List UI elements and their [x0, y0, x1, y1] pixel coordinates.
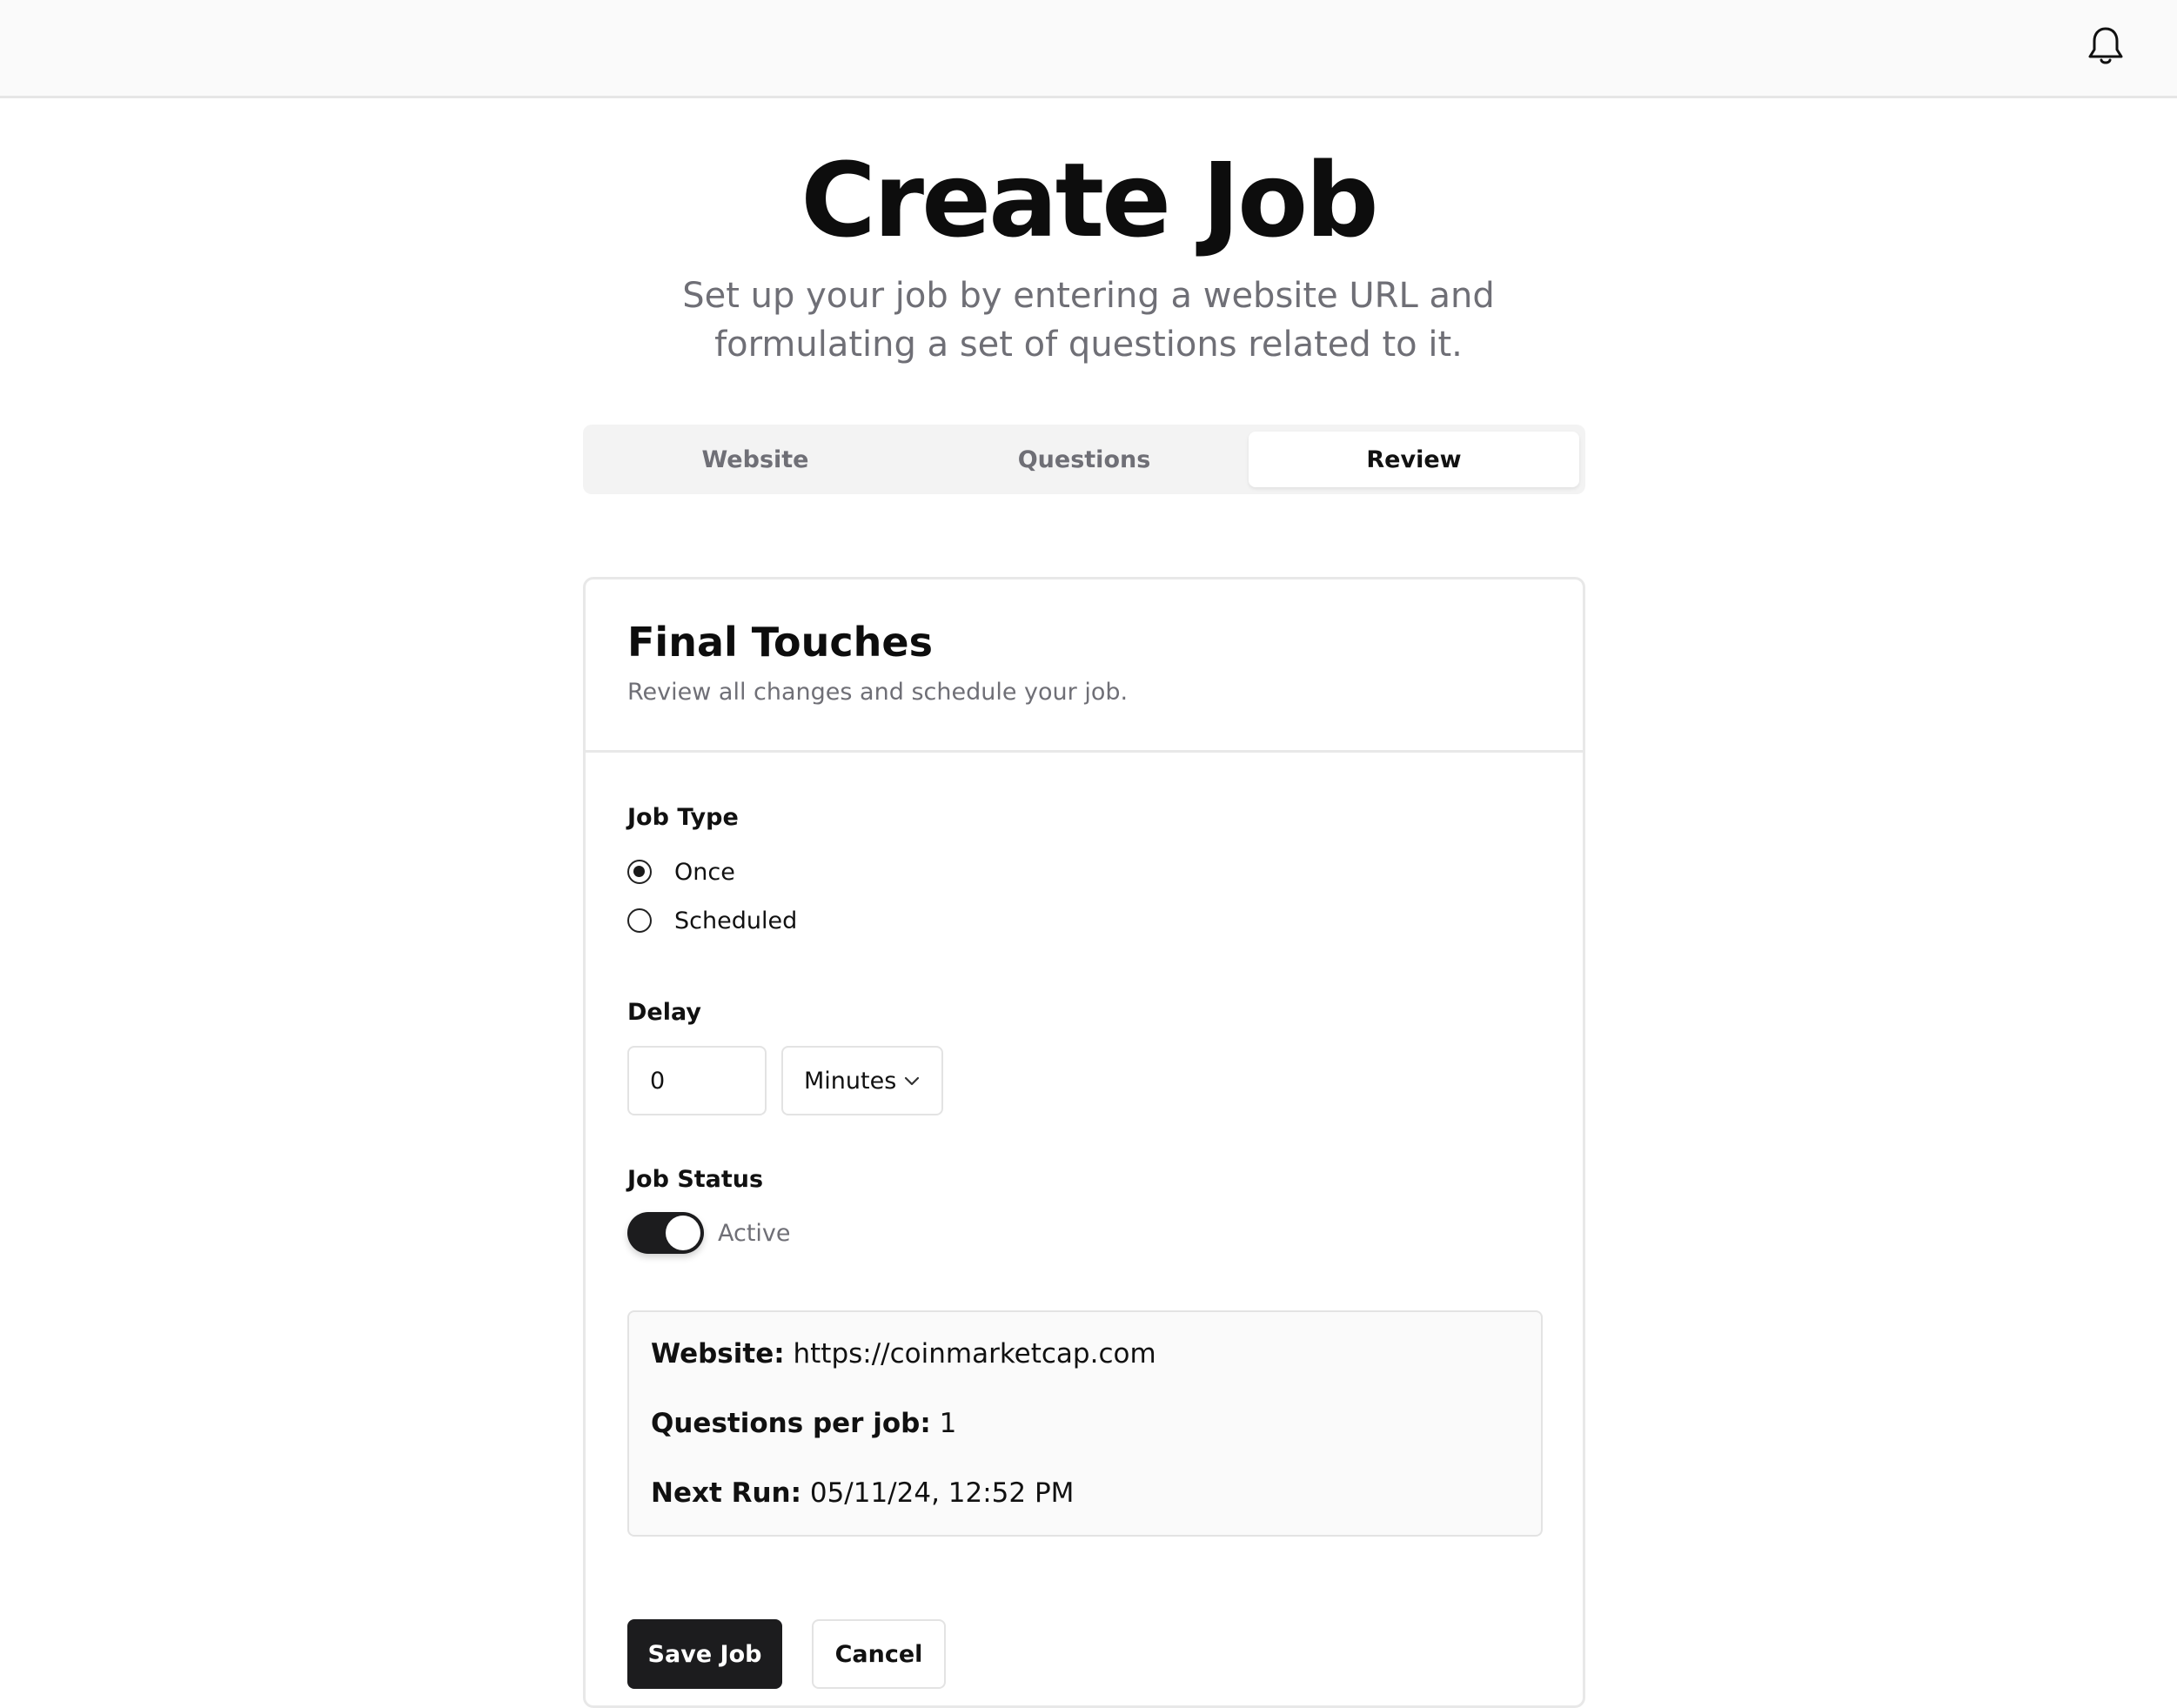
radio-once[interactable]: Once: [627, 854, 735, 889]
cancel-button[interactable]: Cancel: [812, 1619, 946, 1689]
page-title: Create Job: [800, 140, 1378, 260]
job-status-label: Job Status: [627, 1166, 764, 1193]
top-bar: [0, 0, 2177, 98]
job-summary: Website: https://coinmarketcap.com Quest…: [627, 1310, 1543, 1537]
save-job-button[interactable]: Save Job: [627, 1619, 782, 1689]
summary-website-value: https://coinmarketcap.com: [793, 1338, 1156, 1370]
delay-unit-value: Minutes: [804, 1067, 897, 1095]
radio-once-indicator[interactable]: [627, 860, 652, 884]
step-tabs: Website Questions Review: [583, 425, 1585, 494]
card-title: Final Touches: [627, 619, 933, 666]
delay-input[interactable]: 0: [627, 1046, 767, 1115]
tab-questions[interactable]: Questions: [919, 432, 1249, 487]
tab-review[interactable]: Review: [1249, 432, 1579, 487]
tab-website[interactable]: Website: [590, 432, 921, 487]
job-type-label: Job Type: [627, 804, 739, 831]
card-header: Final Touches Review all changes and sch…: [586, 579, 1583, 753]
card-description: Review all changes and schedule your job…: [627, 679, 1129, 706]
toggle-knob: [666, 1216, 700, 1250]
radio-once-label: Once: [674, 858, 735, 886]
summary-next-run-value: 05/11/24, 12:52 PM: [809, 1477, 1075, 1509]
job-status-row: Active: [627, 1212, 791, 1254]
delay-unit-select[interactable]: Minutes: [781, 1046, 943, 1115]
summary-next-run-key: Next Run:: [651, 1477, 801, 1509]
radio-scheduled[interactable]: Scheduled: [627, 903, 797, 938]
subtitle-line-1: Set up your job by entering a website UR…: [682, 276, 1495, 316]
summary-website-key: Website:: [651, 1338, 785, 1370]
bell-icon: [2087, 25, 2124, 70]
summary-next-run: Next Run: 05/11/24, 12:52 PM: [651, 1476, 1074, 1510]
page-subtitle: Set up your job by entering a website UR…: [653, 271, 1524, 369]
job-status-text: Active: [718, 1219, 791, 1247]
summary-questions-key: Questions per job:: [651, 1408, 931, 1439]
delay-label: Delay: [627, 999, 701, 1026]
summary-website: Website: https://coinmarketcap.com: [651, 1336, 1156, 1371]
final-touches-card: Final Touches Review all changes and sch…: [583, 577, 1585, 1708]
summary-questions-value: 1: [939, 1408, 957, 1439]
radio-scheduled-indicator[interactable]: [627, 908, 652, 933]
job-status-toggle[interactable]: [627, 1212, 704, 1254]
chevron-down-icon: [903, 1075, 921, 1087]
subtitle-line-2: formulating a set of questions related t…: [714, 325, 1463, 365]
notifications-button[interactable]: [2084, 23, 2127, 72]
radio-scheduled-label: Scheduled: [674, 907, 798, 934]
summary-questions: Questions per job: 1: [651, 1406, 956, 1441]
